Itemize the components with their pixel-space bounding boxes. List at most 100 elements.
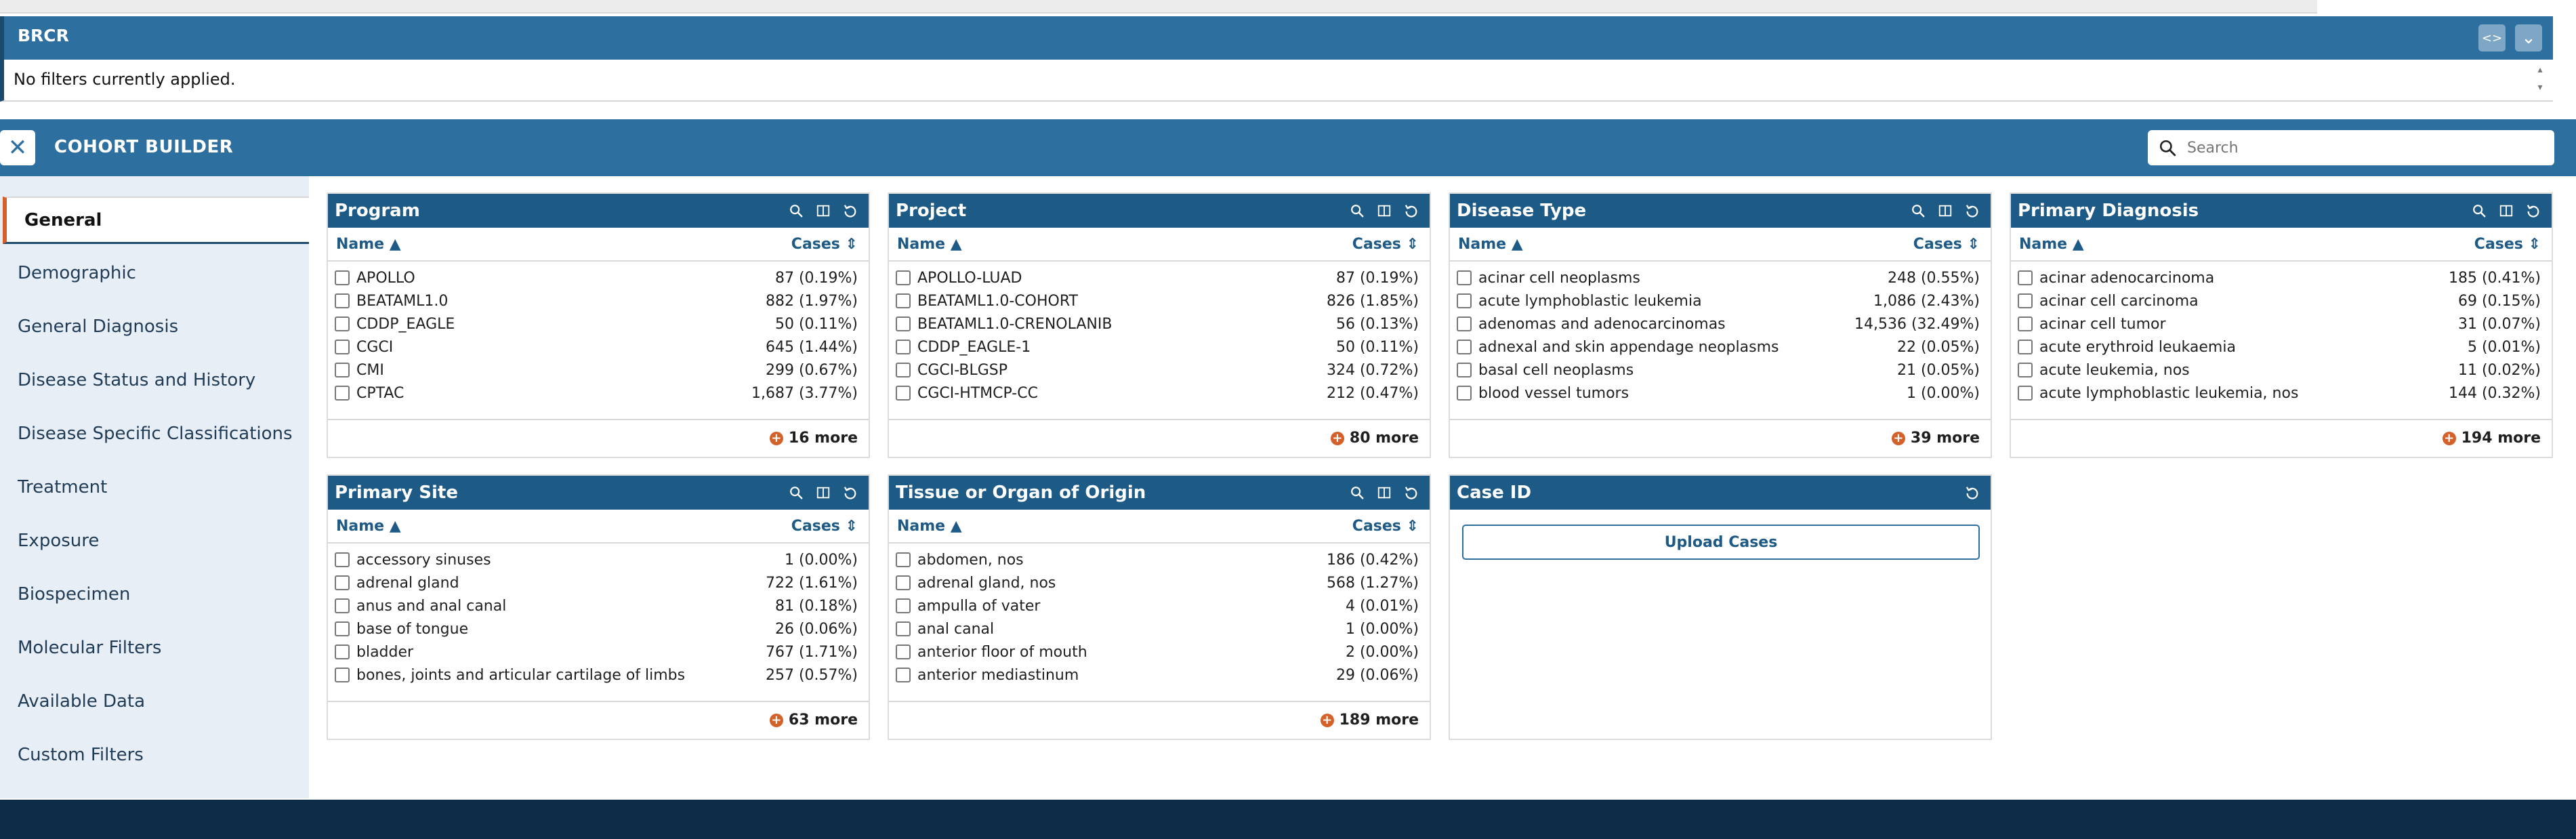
sidebar-item-available-data[interactable]: Available Data (0, 678, 309, 725)
list-item[interactable]: acinar cell neoplasms 248 (0.55%) (1450, 267, 1991, 290)
card-search-button[interactable] (787, 484, 805, 502)
card-reset-button[interactable] (842, 202, 859, 220)
list-item[interactable]: basal cell neoplasms 21 (0.05%) (1450, 359, 1991, 382)
sort-by-name[interactable]: Name ▲ (1458, 236, 1523, 253)
sort-by-cases[interactable]: Cases ⇕ (1352, 518, 1419, 535)
checkbox[interactable] (335, 644, 350, 659)
close-cohort-builder-button[interactable]: ✕ (0, 130, 35, 165)
sidebar-item-general[interactable]: General (3, 197, 309, 244)
list-item[interactable]: bladder 767 (1.71%) (328, 641, 869, 664)
list-item[interactable]: adrenal gland 722 (1.61%) (328, 572, 869, 595)
list-item[interactable]: acute lymphoblastic leukemia 1,086 (2.43%… (1450, 290, 1991, 313)
checkbox[interactable] (1457, 293, 1472, 308)
checkbox[interactable] (896, 363, 911, 377)
list-item[interactable]: CGCI 645 (1.44%) (328, 336, 869, 359)
checkbox[interactable] (896, 552, 911, 567)
checkbox[interactable] (896, 293, 911, 308)
checkbox[interactable] (896, 621, 911, 636)
list-item[interactable]: bones, joints and articular cartilage of… (328, 664, 869, 687)
list-item[interactable]: anus and anal canal 81 (0.18%) (328, 595, 869, 618)
list-item[interactable]: ampulla of vater 4 (0.01%) (889, 595, 1430, 618)
card-toggle-chart-button[interactable] (1375, 484, 1393, 502)
card-reset-button[interactable] (2525, 202, 2542, 220)
checkbox[interactable] (335, 598, 350, 613)
card-toggle-chart-button[interactable] (814, 484, 832, 502)
sort-by-cases[interactable]: Cases ⇕ (791, 236, 858, 253)
list-item[interactable]: CPTAC 1,687 (3.77%) (328, 382, 869, 405)
card-search-button[interactable] (2470, 202, 2488, 220)
sidebar-item-exposure[interactable]: Exposure (0, 517, 309, 565)
show-more-button[interactable]: +194 more (2442, 430, 2541, 447)
list-item[interactable]: BEATAML1.0 882 (1.97%) (328, 290, 869, 313)
sort-by-cases[interactable]: Cases ⇕ (1913, 236, 1980, 253)
list-item[interactable]: acinar adenocarcinoma 185 (0.41%) (2011, 267, 2552, 290)
checkbox[interactable] (896, 598, 911, 613)
checkbox[interactable] (2018, 386, 2033, 401)
list-item[interactable]: acute lymphoblastic leukemia, nos 144 (0.… (2011, 382, 2552, 405)
card-reset-button[interactable] (1403, 202, 1420, 220)
list-item[interactable]: acute leukemia, nos 11 (0.02%) (2011, 359, 2552, 382)
show-more-button[interactable]: +39 more (1891, 430, 1980, 447)
checkbox[interactable] (2018, 316, 2033, 331)
list-item[interactable]: blood vessel tumors 1 (0.00%) (1450, 382, 1991, 405)
sidebar-item-disease-status[interactable]: Disease Status and History (0, 356, 309, 404)
list-item[interactable]: abdomen, nos 186 (0.42%) (889, 549, 1430, 572)
search-input[interactable] (2186, 138, 2541, 157)
checkbox[interactable] (335, 386, 350, 401)
sidebar-item-demographic[interactable]: Demographic (0, 249, 309, 297)
checkbox[interactable] (2018, 293, 2033, 308)
card-toggle-chart-button[interactable] (2497, 202, 2515, 220)
checkbox[interactable] (335, 575, 350, 590)
code-view-button[interactable]: <> (2478, 24, 2506, 52)
upload-cases-button[interactable]: Upload Cases (1462, 525, 1980, 560)
show-more-button[interactable]: +80 more (1330, 430, 1419, 447)
sort-by-cases[interactable]: Cases ⇕ (2474, 236, 2541, 253)
sort-by-name[interactable]: Name ▲ (336, 236, 401, 253)
card-search-button[interactable] (1348, 484, 1366, 502)
checkbox[interactable] (1457, 363, 1472, 377)
checkbox[interactable] (1457, 386, 1472, 401)
list-item[interactable]: anterior floor of mouth 2 (0.00%) (889, 641, 1430, 664)
list-item[interactable]: adenomas and adenocarcinomas 14,536 (32.4… (1450, 313, 1991, 336)
list-item[interactable]: accessory sinuses 1 (0.00%) (328, 549, 869, 572)
card-reset-button[interactable] (1964, 484, 1981, 502)
checkbox[interactable] (2018, 270, 2033, 285)
show-more-button[interactable]: +189 more (1320, 712, 1419, 729)
list-item[interactable]: APOLLO-LUAD 87 (0.19%) (889, 267, 1430, 290)
sort-by-name[interactable]: Name ▲ (897, 236, 962, 253)
list-item[interactable]: APOLLO 87 (0.19%) (328, 267, 869, 290)
card-search-button[interactable] (1909, 202, 1927, 220)
card-search-button[interactable] (787, 202, 805, 220)
list-item[interactable]: BEATAML1.0-CRENOLANIB 56 (0.13%) (889, 313, 1430, 336)
list-item[interactable]: acute erythroid leukaemia 5 (0.01%) (2011, 336, 2552, 359)
checkbox[interactable] (896, 386, 911, 401)
checkbox[interactable] (2018, 363, 2033, 377)
checkbox[interactable] (335, 552, 350, 567)
sidebar-item-disease-specific[interactable]: Disease Specific Classifications (0, 410, 309, 457)
list-item[interactable]: CDDP_EAGLE 50 (0.11%) (328, 313, 869, 336)
checkbox[interactable] (1457, 270, 1472, 285)
sidebar-item-general-diagnosis[interactable]: General Diagnosis (0, 303, 309, 350)
checkbox[interactable] (896, 644, 911, 659)
checkbox[interactable] (1457, 340, 1472, 354)
card-reset-button[interactable] (1964, 202, 1981, 220)
checkbox[interactable] (335, 340, 350, 354)
checkbox[interactable] (335, 363, 350, 377)
sort-by-cases[interactable]: Cases ⇕ (791, 518, 858, 535)
list-item[interactable]: BEATAML1.0-COHORT 826 (1.85%) (889, 290, 1430, 313)
list-item[interactable]: CGCI-BLGSP 324 (0.72%) (889, 359, 1430, 382)
sidebar-item-biospecimen[interactable]: Biospecimen (0, 571, 309, 618)
card-reset-button[interactable] (842, 484, 859, 502)
checkbox[interactable] (2018, 340, 2033, 354)
checkbox[interactable] (896, 316, 911, 331)
list-item[interactable]: acinar cell carcinoma 69 (0.15%) (2011, 290, 2552, 313)
sort-by-cases[interactable]: Cases ⇕ (1352, 236, 1419, 253)
checkbox[interactable] (335, 270, 350, 285)
show-more-button[interactable]: +16 more (769, 430, 858, 447)
list-item[interactable]: anterior mediastinum 29 (0.06%) (889, 664, 1430, 687)
checkbox[interactable] (1457, 316, 1472, 331)
card-toggle-chart-button[interactable] (1936, 202, 1954, 220)
sort-by-name[interactable]: Name ▲ (2019, 236, 2084, 253)
checkbox[interactable] (896, 270, 911, 285)
list-item[interactable]: anal canal 1 (0.00%) (889, 618, 1430, 641)
